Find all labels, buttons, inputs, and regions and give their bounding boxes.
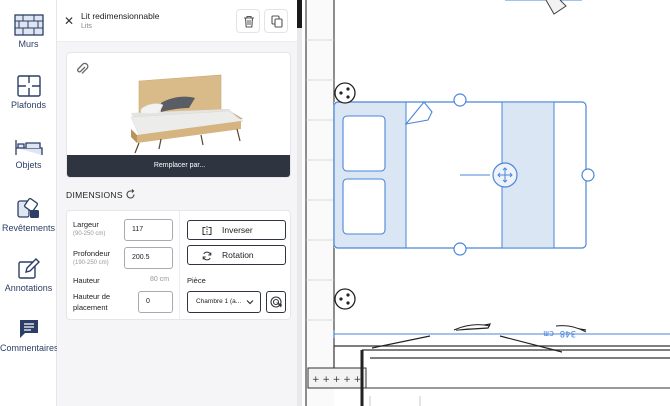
invert-button[interactable]: Inverser bbox=[187, 220, 286, 240]
delete-button[interactable] bbox=[236, 9, 260, 33]
ceilings-icon bbox=[16, 75, 41, 97]
panel-header: ✕ Lit redimensionnable Lits bbox=[57, 0, 297, 42]
rail-item-annotations[interactable]: Annotations bbox=[0, 258, 57, 293]
chevron-down-icon bbox=[246, 300, 254, 305]
replace-button[interactable]: Remplacer par... bbox=[67, 155, 290, 177]
dimensions-title: DIMENSIONS bbox=[66, 190, 123, 200]
walls-icon bbox=[13, 14, 44, 36]
pick-room-button[interactable] bbox=[266, 291, 286, 313]
floor-plan-canvas[interactable]: + + + + + 348 cm bbox=[302, 0, 670, 406]
objects-icon bbox=[14, 140, 43, 155]
annotations-icon bbox=[17, 258, 40, 279]
rail-item-ceilings[interactable]: Plafonds bbox=[0, 75, 57, 110]
duplicate-button[interactable] bbox=[264, 9, 288, 33]
tool-rail: Murs Plafonds Objets Revêtements Annotat… bbox=[0, 0, 59, 406]
reset-dimensions-icon[interactable] bbox=[125, 189, 136, 200]
outlet-top[interactable] bbox=[334, 82, 356, 104]
comments-icon bbox=[19, 320, 38, 338]
rail-label-comments: Commentaires bbox=[0, 343, 59, 353]
height-label: Hauteur bbox=[73, 276, 100, 285]
rotation-label: Rotation bbox=[222, 250, 254, 260]
width-range: (90-250 cm) bbox=[73, 231, 106, 237]
flip-icon bbox=[202, 226, 212, 236]
wall-dimension: 348 cm bbox=[543, 328, 576, 338]
bottom-wall bbox=[334, 346, 670, 358]
object-category: Lits bbox=[81, 23, 92, 30]
rail-label-objects: Objets bbox=[15, 160, 42, 170]
resize-handle-bottom[interactable] bbox=[453, 242, 467, 256]
depth-label: Profondeur bbox=[73, 249, 111, 258]
width-input[interactable]: 117 bbox=[124, 219, 173, 241]
rotate-icon bbox=[202, 251, 212, 261]
rail-item-comments[interactable]: Commentaires bbox=[0, 318, 59, 353]
copy-icon bbox=[271, 15, 283, 28]
trash-icon bbox=[244, 15, 254, 28]
placement-label-line1: Hauteur de bbox=[73, 292, 111, 301]
object-properties-panel: ✕ Lit redimensionnable Lits Remplacer pa… bbox=[57, 0, 297, 406]
rail-item-objects[interactable]: Objets bbox=[0, 137, 57, 170]
bed-product-image bbox=[130, 74, 244, 154]
room-label: Pièce bbox=[187, 276, 206, 285]
rail-label-ceilings: Plafonds bbox=[10, 100, 47, 110]
rail-item-walls[interactable]: Murs bbox=[0, 14, 57, 49]
room-select[interactable]: Chambre 1 (a... bbox=[187, 291, 261, 313]
room-select-value: Chambre 1 (a... bbox=[196, 298, 242, 305]
object-name: Lit redimensionnable bbox=[81, 11, 160, 21]
rotation-button[interactable]: Rotation bbox=[187, 245, 286, 265]
close-icon[interactable]: ✕ bbox=[62, 14, 76, 28]
paperclip-icon[interactable] bbox=[75, 61, 89, 77]
svg-text:+ + + + +: + + + + + bbox=[312, 375, 361, 385]
dimensions-card: Largeur (90-250 cm) 117 Profondeur (190-… bbox=[66, 210, 291, 321]
width-label: Largeur bbox=[73, 220, 99, 229]
rail-label-coverings: Revêtements bbox=[1, 223, 56, 233]
coverings-icon bbox=[16, 198, 39, 218]
invert-label: Inverser bbox=[222, 225, 253, 235]
resize-handle-right[interactable] bbox=[581, 168, 595, 182]
left-wall bbox=[306, 0, 334, 406]
floor-plan-drawing: + + + + + 348 cm bbox=[305, 0, 670, 406]
outlet-bottom[interactable] bbox=[334, 288, 356, 310]
resize-handle-top[interactable] bbox=[453, 93, 467, 107]
rail-item-coverings[interactable]: Revêtements bbox=[0, 198, 57, 233]
divider bbox=[179, 211, 180, 321]
pillow-left bbox=[342, 115, 386, 172]
target-cursor-icon bbox=[270, 296, 282, 308]
placement-label-line2: placement bbox=[73, 303, 108, 312]
pillow-right bbox=[342, 178, 386, 235]
depth-input[interactable]: 200.5 bbox=[124, 247, 173, 269]
object-image-card: Remplacer par... bbox=[66, 52, 291, 178]
editor-window: Murs Plafonds Objets Revêtements Annotat… bbox=[0, 0, 670, 406]
depth-range: (190-250 cm) bbox=[73, 260, 109, 266]
height-value: 80 cm bbox=[150, 276, 170, 283]
rail-label-walls: Murs bbox=[18, 39, 39, 49]
placement-height-input[interactable]: 0 bbox=[138, 291, 173, 313]
rail-label-annotations: Annotations bbox=[4, 283, 53, 293]
